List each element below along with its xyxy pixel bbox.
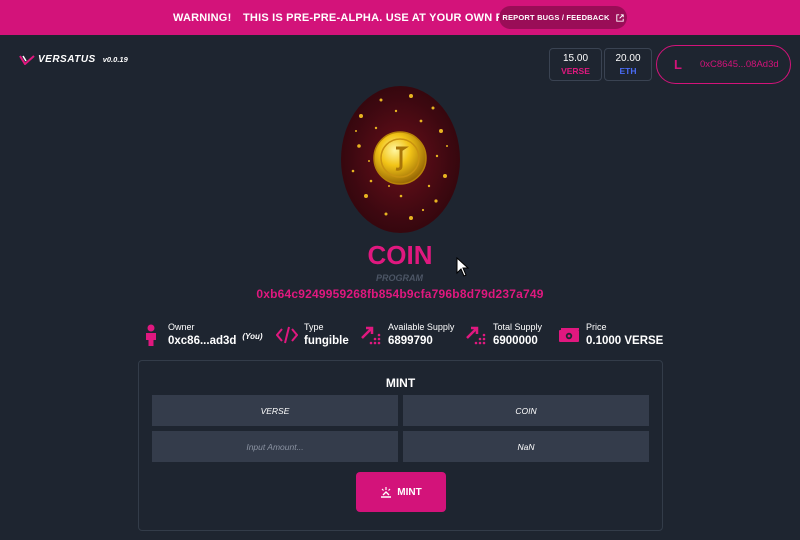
program-address[interactable]: 0xb64c9249959268fb854b9cfa796b8d79d237a7… bbox=[0, 287, 800, 301]
available-supply-label: Available Supply bbox=[388, 322, 455, 332]
logo-text: VERSATUS bbox=[38, 54, 96, 65]
type-label: Type bbox=[304, 322, 324, 332]
output-amount: NaN bbox=[403, 431, 649, 462]
mint-title: MINT bbox=[385, 376, 416, 390]
available-supply-info: Available Supply 6899790 bbox=[360, 322, 454, 347]
price-label: Price bbox=[586, 322, 607, 332]
eth-token: ETH bbox=[619, 65, 637, 76]
you-tag: (You) bbox=[242, 332, 263, 341]
wallet-avatar: L bbox=[674, 57, 682, 72]
to-token-selector[interactable]: COIN bbox=[403, 395, 649, 426]
total-supply-value: 6900000 bbox=[493, 335, 538, 347]
program-image bbox=[341, 86, 460, 233]
program-title: COIN bbox=[367, 240, 433, 270]
owner-value: 0xc86...ad3d (You) bbox=[168, 332, 263, 347]
logo-icon bbox=[19, 54, 35, 65]
code-icon bbox=[276, 323, 298, 347]
available-supply-value: 6899790 bbox=[388, 335, 433, 347]
type-info: Type fungible bbox=[276, 322, 349, 347]
verse-balance: 15.00 VERSE bbox=[549, 48, 602, 81]
verse-amount: 15.00 bbox=[562, 52, 589, 64]
report-bugs-label: REPORT BUGS / FEEDBACK bbox=[502, 13, 610, 22]
trend-up-icon bbox=[360, 323, 382, 347]
from-token-selector[interactable]: VERSE bbox=[152, 395, 398, 426]
eth-amount: 20.00 bbox=[615, 52, 641, 64]
banner-warning: WARNING! bbox=[173, 12, 232, 24]
amount-input[interactable]: Input Amount... bbox=[152, 431, 398, 462]
mint-button-label: MINT bbox=[397, 486, 422, 498]
wallet-address: 0xC8645...08Ad3d bbox=[699, 59, 779, 70]
verse-token: VERSE bbox=[561, 65, 590, 76]
mint-panel: MINT VERSE COIN Input Amount... NaN MINT bbox=[138, 360, 663, 531]
owner-info: Owner 0xc86...ad3d (You) bbox=[140, 322, 263, 347]
program-type-label: PROGRAM bbox=[376, 273, 423, 283]
price-info: Price 0.1000 VERSE bbox=[558, 322, 663, 347]
report-bugs-button[interactable]: REPORT BUGS / FEEDBACK bbox=[499, 6, 627, 29]
warning-banner: WARNING! THIS IS PRE-PRE-ALPHA. USE AT Y… bbox=[0, 0, 800, 35]
sparkle-hand-icon bbox=[381, 486, 392, 498]
money-icon bbox=[558, 323, 580, 347]
type-value: fungible bbox=[304, 335, 349, 347]
trend-up-icon bbox=[465, 323, 487, 347]
eth-balance: 20.00 ETH bbox=[604, 48, 652, 81]
versatus-logo[interactable]: VERSATUS v0.0.19 bbox=[19, 54, 128, 65]
owner-label: Owner bbox=[168, 322, 195, 332]
person-icon bbox=[140, 323, 162, 347]
price-value: 0.1000 VERSE bbox=[586, 335, 664, 347]
version-label: v0.0.19 bbox=[102, 55, 128, 64]
total-supply-label: Total Supply bbox=[493, 322, 543, 332]
total-supply-info: Total Supply 6900000 bbox=[465, 322, 542, 347]
wallet-button[interactable]: L 0xC8645...08Ad3d bbox=[656, 45, 791, 84]
mouse-cursor-icon bbox=[456, 257, 470, 277]
mint-button[interactable]: MINT bbox=[356, 472, 446, 512]
owner-address: 0xc86...ad3d bbox=[168, 335, 237, 347]
external-link-icon bbox=[615, 13, 624, 22]
banner-message: THIS IS PRE-PRE-ALPHA. USE AT YOUR OWN R… bbox=[243, 12, 527, 24]
gold-coin-image bbox=[351, 94, 448, 220]
